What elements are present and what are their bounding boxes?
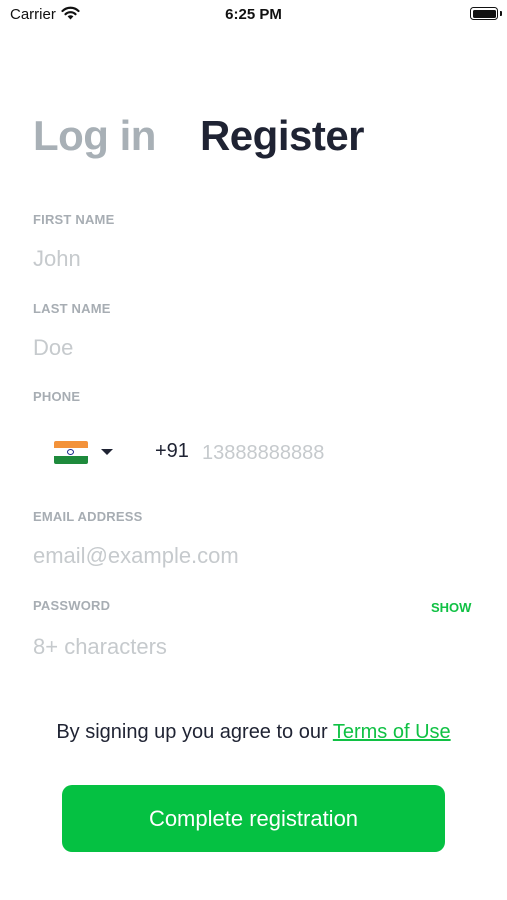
auth-tabs: Log in Register [33, 112, 365, 160]
last-name-label: LAST NAME [33, 301, 111, 316]
complete-registration-button[interactable]: Complete registration [62, 785, 445, 852]
phone-input[interactable] [202, 437, 472, 469]
status-bar: Carrier 6:25 PM [0, 0, 507, 28]
battery-cap [500, 11, 502, 16]
dial-code: +91 [155, 440, 189, 462]
terms-text: By signing up you agree to our [56, 721, 333, 743]
show-password-toggle[interactable]: SHOW [431, 600, 471, 615]
terms-notice: By signing up you agree to our Terms of … [0, 721, 507, 744]
terms-of-use-link[interactable]: Terms of Use [333, 721, 451, 743]
caret-down-icon [101, 449, 113, 455]
email-input[interactable] [33, 540, 473, 572]
register-screen: Carrier 6:25 PM Log in Register FIRST NA… [0, 0, 507, 900]
password-input[interactable] [33, 631, 473, 663]
battery-icon [470, 7, 498, 20]
tab-login[interactable]: Log in [33, 112, 156, 160]
password-label: PASSWORD [33, 598, 111, 613]
first-name-label: FIRST NAME [33, 212, 115, 227]
india-flag-icon [54, 440, 88, 464]
email-label: EMAIL ADDRESS [33, 509, 143, 524]
phone-label: PHONE [33, 389, 81, 404]
tab-register[interactable]: Register [200, 112, 365, 160]
first-name-input[interactable] [33, 243, 473, 275]
country-picker[interactable] [54, 436, 120, 468]
last-name-input[interactable] [33, 332, 473, 364]
clock: 6:25 PM [225, 6, 282, 23]
